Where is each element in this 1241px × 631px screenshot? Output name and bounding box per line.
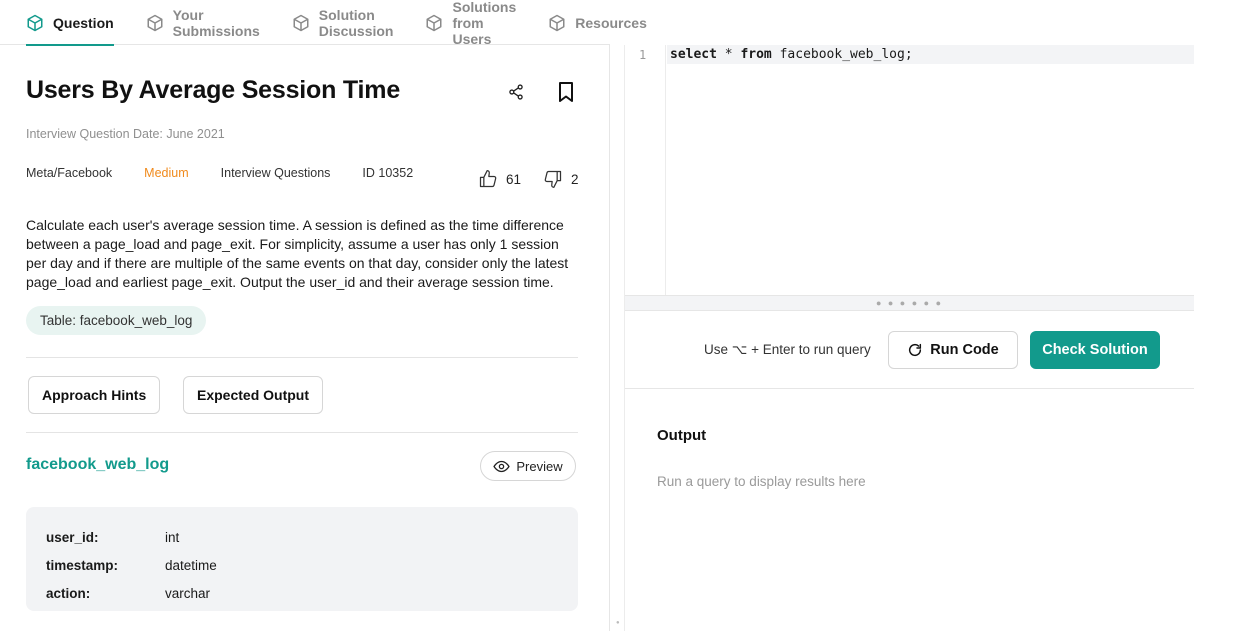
column-name: timestamp:: [46, 557, 119, 573]
keyword: from: [740, 47, 772, 62]
code-text: facebook_web_log;: [771, 47, 913, 62]
divider: [625, 388, 1194, 389]
vertical-splitter[interactable]: [610, 45, 625, 631]
top-tabs: Question Your Submissions Solution Discu…: [0, 0, 647, 47]
cube-icon: [146, 14, 164, 32]
tab-label: Solutions from Users: [452, 0, 517, 47]
dislike-button[interactable]: 2: [543, 169, 579, 189]
question-date: Interview Question Date: June 2021: [26, 127, 225, 141]
preview-button[interactable]: Preview: [480, 451, 576, 481]
run-code-button[interactable]: Run Code: [888, 331, 1018, 369]
category-tag[interactable]: Interview Questions: [221, 166, 331, 180]
table-chip[interactable]: Table: facebook_web_log: [26, 306, 207, 335]
question-panel: Users By Average Session Time Interview …: [0, 45, 610, 631]
tab-label: Resources: [575, 14, 647, 31]
tab-label: Solution Discussion: [318, 6, 394, 39]
keyword: select: [670, 47, 717, 62]
line-number: 1: [639, 48, 647, 62]
like-count: 61: [506, 171, 522, 187]
schema-table: user_id: int timestamp: datetime action:…: [26, 507, 578, 611]
column-type: datetime: [165, 557, 217, 573]
tab-your-submissions[interactable]: Your Submissions: [146, 0, 260, 45]
preview-label: Preview: [516, 458, 563, 474]
drag-dots-icon: ● ● ● ● ● ●: [875, 298, 944, 308]
page-title: Users By Average Session Time: [26, 76, 401, 104]
tab-resources[interactable]: Resources: [548, 0, 647, 45]
run-hint: Use ⌥ + Enter to run query: [704, 342, 871, 357]
company-tag[interactable]: Meta/Facebook: [26, 166, 112, 180]
approach-hints-button[interactable]: Approach Hints: [28, 376, 161, 414]
column-type: int: [165, 529, 180, 545]
dislike-count: 2: [571, 171, 579, 187]
like-button[interactable]: 61: [478, 169, 521, 189]
editor-resize-handle[interactable]: ● ● ● ● ● ●: [625, 295, 1194, 311]
cube-icon: [425, 14, 443, 32]
expected-output-button[interactable]: Expected Output: [183, 376, 324, 414]
code-line[interactable]: select * from facebook_web_log;: [670, 47, 913, 62]
schema-row: action: varchar: [46, 579, 558, 607]
divider: [26, 357, 578, 358]
check-solution-button[interactable]: Check Solution: [1030, 331, 1160, 369]
tab-solutions-from-users[interactable]: Solutions from Users: [425, 0, 517, 47]
cube-icon: [292, 14, 310, 32]
refresh-icon: [909, 343, 922, 357]
column-type: varchar: [165, 585, 211, 601]
bookmark-icon[interactable]: [556, 81, 576, 103]
splitter-handle-icon[interactable]: ●: [616, 620, 620, 626]
difficulty-tag: Medium: [144, 166, 189, 180]
question-description: Calculate each user's average session ti…: [26, 217, 569, 290]
schema-row: timestamp: datetime: [46, 551, 558, 579]
votes: 61 2: [478, 169, 579, 189]
eye-icon: [493, 460, 511, 472]
thumbs-up-icon: [479, 170, 497, 188]
output-title: Output: [657, 427, 707, 444]
tab-question[interactable]: Question: [26, 0, 114, 46]
code-editor[interactable]: 1 select * from facebook_web_log;: [625, 45, 1194, 295]
output-placeholder: Run a query to display results here: [657, 474, 866, 489]
divider: [26, 432, 578, 433]
tab-label: Question: [53, 14, 114, 31]
thumbs-down-icon: [544, 170, 562, 188]
schema-table-name: facebook_web_log: [26, 456, 170, 473]
cube-icon: [26, 14, 44, 32]
column-name: user_id:: [46, 529, 99, 545]
operator: *: [716, 47, 741, 62]
tab-label: Your Submissions: [172, 6, 260, 39]
column-name: action:: [46, 585, 91, 601]
cube-icon: [548, 14, 566, 32]
question-meta: Meta/Facebook Medium Interview Questions…: [26, 166, 445, 180]
editor-gutter: 1: [625, 45, 666, 295]
schema-row: user_id: int: [46, 523, 558, 551]
tab-solution-discussion[interactable]: Solution Discussion: [292, 0, 394, 45]
run-code-label: Run Code: [930, 342, 999, 358]
share-icon[interactable]: [506, 82, 526, 102]
question-id: ID 10352: [362, 166, 414, 180]
